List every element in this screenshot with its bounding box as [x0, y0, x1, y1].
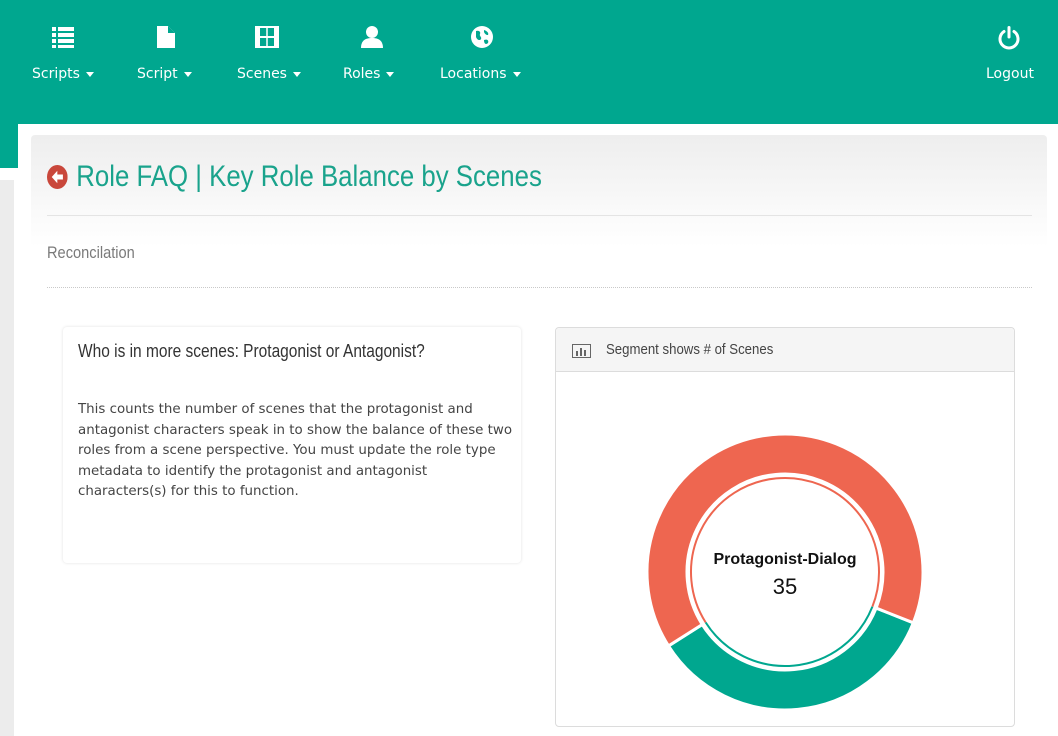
divider — [47, 215, 1032, 216]
nav-scripts-label: Scripts — [32, 66, 94, 82]
nav-roles[interactable]: Roles — [343, 0, 408, 124]
chart-card-title: Segment shows # of Scenes — [606, 341, 774, 358]
donut-center-value: 35 — [773, 574, 797, 599]
chart-card-header: Segment shows # of Scenes — [556, 328, 1014, 372]
nav-locations[interactable]: Locations — [440, 0, 535, 124]
nav-scenes[interactable]: Scenes — [237, 0, 312, 124]
faq-card: Who is in more scenes: Protagonist or An… — [63, 327, 521, 563]
nav-locations-label: Locations — [440, 66, 521, 82]
list-icon — [52, 26, 74, 52]
faq-answer: This counts the number of scenes that th… — [78, 402, 513, 499]
page-title: Role FAQ | Key Role Balance by Scenes — [47, 157, 542, 197]
caret-down-icon — [386, 71, 395, 77]
sidebar-edge-gray — [0, 180, 14, 736]
nav-script[interactable]: Script — [137, 0, 207, 124]
dotted-divider — [47, 287, 1032, 288]
nav-scripts[interactable]: Scripts — [32, 0, 112, 124]
caret-down-icon — [183, 71, 192, 77]
page-subtitle: Reconcilation — [47, 243, 135, 262]
back-arrow-icon[interactable] — [47, 165, 68, 189]
chart-card: Segment shows # of Scenes Protagonist-Di… — [555, 327, 1015, 727]
content-panel: Role FAQ | Key Role Balance by Scenes Re… — [31, 135, 1047, 736]
nav-script-label: Script — [137, 66, 192, 82]
nav-scenes-label: Scenes — [237, 66, 301, 82]
donut-chart: Protagonist-Dialog 35 — [645, 432, 925, 712]
globe-icon — [471, 26, 493, 52]
power-icon — [997, 26, 1021, 54]
sidebar-edge — [0, 124, 18, 168]
page-title-text: Role FAQ | Key Role Balance by Scenes — [76, 160, 542, 193]
document-icon — [157, 26, 175, 52]
logout-label: Logout — [986, 66, 1034, 82]
caret-down-icon — [85, 71, 94, 77]
bar-chart-icon — [572, 343, 591, 362]
caret-down-icon — [512, 71, 521, 77]
panel-header: Role FAQ | Key Role Balance by Scenes — [31, 135, 1047, 247]
donut-center-label: Protagonist-Dialog — [713, 551, 856, 568]
faq-question: Who is in more scenes: Protagonist or An… — [78, 341, 425, 361]
caret-down-icon — [292, 71, 301, 77]
user-icon — [360, 26, 384, 52]
logout-button[interactable]: Logout — [984, 0, 1044, 124]
nav-roles-label: Roles — [343, 66, 395, 82]
top-navbar: Scripts Script Scenes Roles Locations Lo… — [0, 0, 1058, 124]
film-icon — [255, 26, 279, 52]
